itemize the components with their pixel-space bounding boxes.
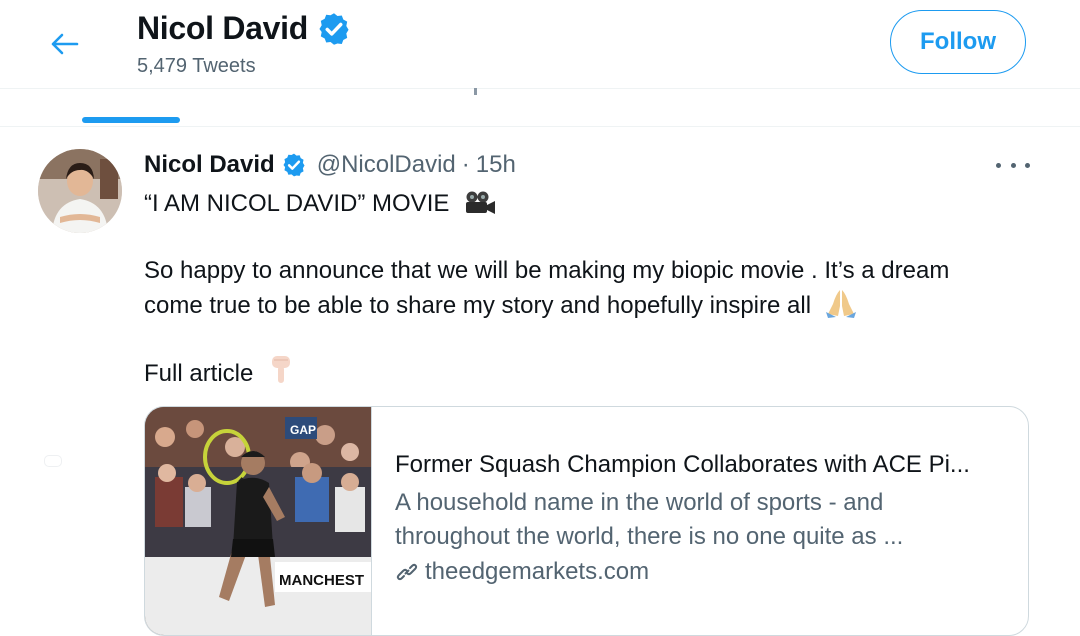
- tweet-handle[interactable]: @NicolDavid: [317, 151, 456, 179]
- tweet-author[interactable]: Nicol David: [144, 151, 275, 179]
- card-description: A household name in the world of sports …: [395, 486, 995, 554]
- verified-badge-icon: [283, 153, 305, 177]
- full-article-text: Full article: [144, 360, 254, 387]
- separator-dot: ·: [461, 151, 470, 178]
- link-icon: [396, 563, 418, 581]
- arrow-left-icon: [51, 33, 79, 55]
- tweet-paragraph: Full article: [144, 354, 296, 391]
- card-image: GAP MANCHEST: [145, 407, 372, 635]
- more-horizontal-icon: [996, 162, 1001, 168]
- card-title: Former Squash Champion Collaborates with…: [395, 451, 970, 478]
- follow-button[interactable]: Follow: [890, 10, 1026, 74]
- tweet-text-line: come true to be able to share my story a…: [144, 288, 949, 323]
- avatar-image: [38, 149, 122, 233]
- profile-tabs: [0, 88, 1080, 127]
- more-dot: [1025, 162, 1030, 168]
- backhand-pointing-down-icon: [272, 356, 291, 383]
- tweet[interactable]: Nicol David @NicolDavid · 15h “I AM NICO…: [0, 127, 1080, 636]
- card-image-sign: GAP: [290, 423, 316, 437]
- movie-camera-icon: [466, 191, 496, 214]
- tweet-paragraph: So happy to announce that we will be mak…: [144, 254, 949, 323]
- card-domain[interactable]: theedgemarkets.com: [395, 558, 649, 586]
- active-tab-indicator: [82, 117, 180, 123]
- decorative-mark: [44, 455, 62, 467]
- tweet-header: Nicol David @NicolDavid · 15h: [144, 151, 516, 179]
- back-button[interactable]: [40, 22, 88, 66]
- card-description-line: throughout the world, there is no one qu…: [395, 523, 904, 550]
- tweet-text-line-content: come true to be able to share my story a…: [144, 292, 812, 319]
- tweet-headline: “I AM NICOL DAVID” MOVIE: [144, 190, 450, 217]
- profile-name: Nicol David: [137, 10, 308, 46]
- card-description-line: A household name in the world of sports …: [395, 489, 884, 516]
- praying-hands-icon: [825, 290, 856, 318]
- more-options-button[interactable]: [996, 155, 1030, 175]
- card-domain-text: theedgemarkets.com: [425, 558, 650, 585]
- profile-header: Nicol David 5,479 Tweets Follow: [0, 0, 1080, 89]
- header-title-row: Nicol David: [137, 10, 352, 47]
- tweet-count: 5,479 Tweets: [137, 55, 256, 77]
- avatar[interactable]: [38, 149, 122, 233]
- tweet-text-line: So happy to announce that we will be mak…: [144, 257, 950, 284]
- tweet-text-line1: “I AM NICOL DAVID” MOVIE: [144, 187, 496, 221]
- link-card[interactable]: GAP MANCHEST Former Squash Champion Coll…: [144, 406, 1029, 636]
- more-dot: [1010, 162, 1016, 168]
- card-image-banner: MANCHEST: [279, 572, 364, 589]
- tab-remnant: [474, 88, 477, 95]
- verified-badge-icon: [319, 12, 349, 45]
- tweet-timestamp[interactable]: 15h: [476, 151, 516, 179]
